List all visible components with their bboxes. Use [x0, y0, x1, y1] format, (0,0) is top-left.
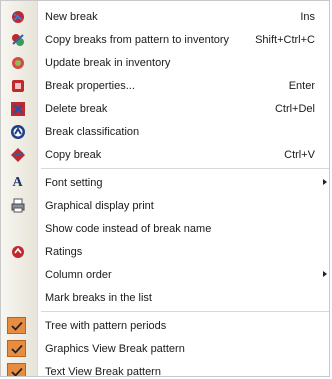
menu-item-label: Copy breaks from pattern to inventory: [45, 33, 230, 46]
menu-separator: [41, 168, 329, 169]
properties-icon: [9, 77, 26, 94]
menu-item-update-break[interactable]: Update break in inventory: [1, 51, 329, 74]
menu-item-label: Copy break: [45, 148, 102, 161]
menu-item-shortcut: Ctrl+Del: [274, 102, 315, 115]
menu-items: New break Ins Copy breaks from pattern t…: [1, 5, 329, 377]
menu-item-label: Mark breaks in the list: [45, 291, 152, 304]
context-menu: New break Ins Copy breaks from pattern t…: [0, 0, 330, 377]
menu-separator: [41, 311, 329, 312]
menu-item-shortcut: Shift+Ctrl+C: [255, 33, 315, 46]
ratings-icon: [9, 243, 26, 260]
submenu-arrow-icon: [323, 179, 327, 185]
menu-item-label: Graphical display print: [45, 199, 154, 212]
menu-item-label: Column order: [45, 268, 112, 281]
menu-item-break-properties[interactable]: Break properties... Enter: [1, 74, 329, 97]
menu-item-text-view-break-pattern[interactable]: Text View Break pattern: [1, 360, 329, 377]
menu-item-label: Graphics View Break pattern: [45, 342, 185, 355]
menu-item-graphics-view-break-pattern[interactable]: Graphics View Break pattern: [1, 337, 329, 360]
menu-item-label: Tree with pattern periods: [45, 319, 167, 332]
copy-break-icon: [9, 146, 26, 163]
menu-item-shortcut: Enter: [288, 79, 315, 92]
submenu-arrow-icon: [323, 271, 327, 277]
menu-item-copy-break[interactable]: Copy break Ctrl+V: [1, 143, 329, 166]
font-icon: A: [12, 174, 23, 190]
menu-item-label: Ratings: [45, 245, 83, 258]
menu-item-label: Delete break: [45, 102, 108, 115]
menu-item-graphical-display-print[interactable]: Graphical display print: [1, 194, 329, 217]
menu-item-label: Break properties...: [45, 79, 135, 92]
menu-item-delete-break[interactable]: Delete break Ctrl+Del: [1, 97, 329, 120]
menu-item-label: Text View Break pattern: [45, 365, 161, 377]
checkmark-icon: [7, 363, 26, 376]
menu-item-break-classification[interactable]: Break classification: [1, 120, 329, 143]
menu-item-show-code[interactable]: Show code instead of break name: [1, 217, 329, 240]
menu-item-copy-breaks-from-pattern[interactable]: Copy breaks from pattern to inventory Sh…: [1, 28, 329, 51]
menu-item-shortcut: Ctrl+V: [284, 148, 315, 161]
menu-item-label: Show code instead of break name: [45, 222, 212, 235]
menu-item-tree-with-pattern-periods[interactable]: Tree with pattern periods: [1, 314, 329, 337]
menu-item-label: Break classification: [45, 125, 140, 138]
menu-item-ratings[interactable]: Ratings: [1, 240, 329, 263]
menu-item-label: Update break in inventory: [45, 56, 171, 69]
classification-icon: [9, 123, 26, 140]
copy-pattern-icon: [9, 31, 26, 48]
menu-item-label: New break: [45, 10, 98, 23]
update-break-icon: [9, 54, 26, 71]
menu-item-column-order[interactable]: Column order: [1, 263, 329, 286]
menu-item-shortcut: Ins: [300, 10, 315, 23]
checkmark-icon: [7, 317, 26, 334]
checkmark-icon: [7, 340, 26, 357]
menu-item-font-setting[interactable]: A Font setting: [1, 171, 329, 194]
menu-item-mark-breaks[interactable]: Mark breaks in the list: [1, 286, 329, 309]
menu-item-new-break[interactable]: New break Ins: [1, 5, 329, 28]
menu-item-label: Font setting: [45, 176, 103, 189]
new-break-icon: [9, 8, 26, 25]
delete-break-icon: [9, 100, 26, 117]
print-icon: [9, 197, 26, 214]
